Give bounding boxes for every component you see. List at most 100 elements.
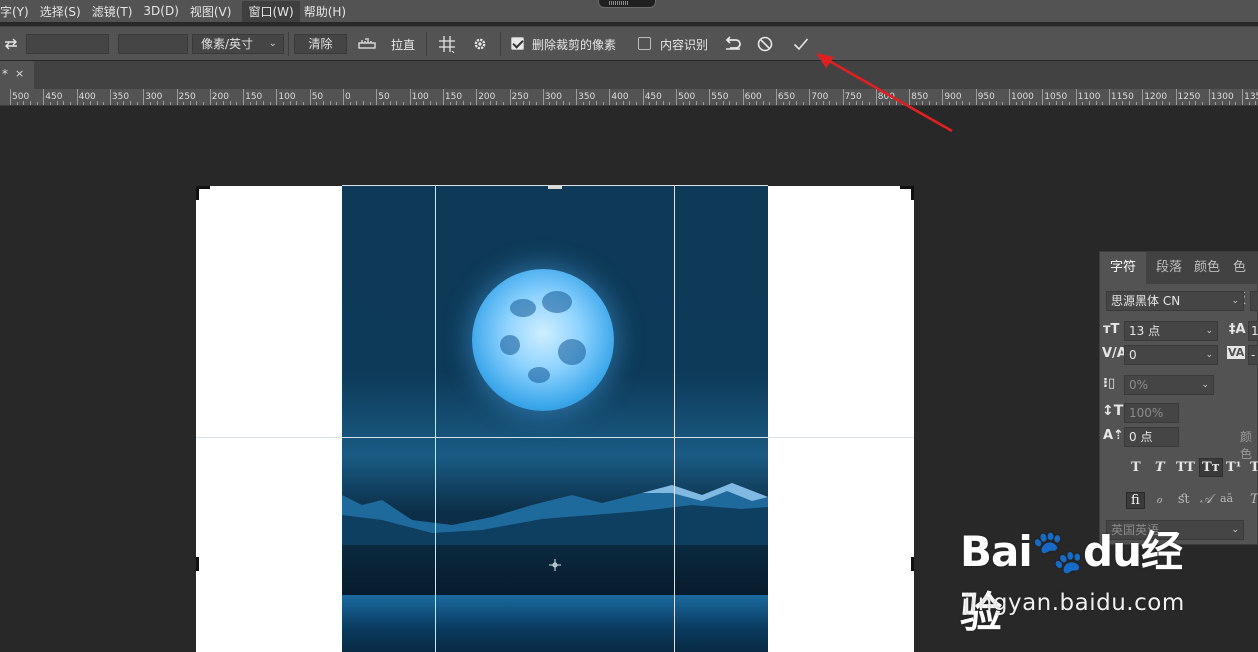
ruler-tick xyxy=(109,89,111,105)
ruler-tick xyxy=(376,89,378,105)
contextual-alternates-button[interactable]: ℴ xyxy=(1156,492,1162,507)
crop-center-crosshair-icon xyxy=(549,559,561,571)
content-aware-checkbox[interactable] xyxy=(638,37,651,50)
content-aware-label[interactable]: 内容识别 xyxy=(660,36,708,53)
ruler-tick xyxy=(143,89,145,105)
tab-paragraph[interactable]: 段落 xyxy=(1152,252,1186,284)
ruler-tick xyxy=(196,101,198,105)
subscript-button[interactable]: T xyxy=(1250,460,1258,475)
ruler-tick xyxy=(189,101,191,105)
tracking-select[interactable]: - xyxy=(1248,345,1258,365)
menu-window[interactable]: 窗口(W) xyxy=(242,0,300,22)
kerning-select[interactable]: 0 ⌄ xyxy=(1124,345,1218,365)
menu-type[interactable]: 字(Y) xyxy=(0,3,36,20)
crop-handle-top-right-v[interactable] xyxy=(911,186,914,200)
tsume-select[interactable]: 0% ⌄ xyxy=(1124,375,1214,395)
small-caps-button[interactable]: Tт xyxy=(1199,458,1223,477)
ruler-tick xyxy=(1162,101,1164,105)
close-icon[interactable]: × xyxy=(15,67,24,80)
grid-overlay-icon[interactable] xyxy=(436,33,458,55)
delete-cropped-pixels-checkbox[interactable] xyxy=(511,37,524,50)
straighten-icon[interactable] xyxy=(356,33,378,55)
ruler-tick xyxy=(249,102,251,105)
crop-handle-right[interactable] xyxy=(911,557,914,571)
delete-cropped-pixels-label[interactable]: 删除裁剪的像素 xyxy=(532,36,616,53)
ruler-tick xyxy=(276,89,278,105)
color-label: 颜色 xyxy=(1240,430,1253,461)
resolution-unit-select[interactable]: 像素/英寸 ⌄ xyxy=(192,34,284,54)
ruler-label: 300 xyxy=(145,92,163,102)
document-tab[interactable]: * × xyxy=(0,61,34,89)
ruler-tick xyxy=(1115,102,1117,105)
ruler-tick xyxy=(362,101,364,105)
ruler-label: 100 xyxy=(411,92,429,102)
horizontal-ruler[interactable]: 500 450 400 350 300 250 200 150 100 50 0 50 100 150 20… xyxy=(0,89,1258,106)
crop-width-input[interactable] xyxy=(26,34,109,54)
reset-icon[interactable] xyxy=(722,33,744,55)
swap-icon[interactable] xyxy=(0,33,22,55)
ruler-tick xyxy=(482,102,484,105)
chevron-down-icon: ⌄ xyxy=(268,38,277,49)
all-caps-button[interactable]: TT xyxy=(1176,460,1195,475)
stylistic-alternates-button[interactable]: aā xyxy=(1220,492,1233,505)
menu-filter[interactable]: 滤镜(T) xyxy=(92,3,140,20)
ruler-tick xyxy=(183,102,185,105)
ruler-tick xyxy=(296,101,298,105)
font-style-select[interactable] xyxy=(1250,291,1258,311)
leading-select[interactable]: 1 xyxy=(1248,321,1258,341)
tab-color[interactable]: 颜色 xyxy=(1190,252,1224,284)
ruler-tick xyxy=(536,102,538,105)
tab-character[interactable]: 字符 xyxy=(1100,252,1146,284)
ruler-tick xyxy=(1042,89,1044,105)
straighten-label[interactable]: 拉直 xyxy=(391,36,415,53)
gear-icon[interactable] xyxy=(469,33,491,55)
menu-3d[interactable]: 3D(D) xyxy=(143,4,185,18)
ruler-tick xyxy=(123,101,125,105)
tab-swatches[interactable]: 色板 xyxy=(1229,252,1258,307)
cancel-icon[interactable] xyxy=(754,33,776,55)
ruler-label: 450 xyxy=(644,92,662,102)
tsume-value: 0% xyxy=(1129,378,1149,392)
font-family-select[interactable]: 思源黑体 CN ⌄ xyxy=(1106,291,1244,311)
faux-italic-button[interactable]: T xyxy=(1155,460,1165,475)
crop-handle-left[interactable] xyxy=(196,557,199,571)
toolbar-divider xyxy=(426,32,427,56)
superscript-button[interactable]: T¹ xyxy=(1226,460,1241,475)
standard-ligatures-button[interactable]: ﬁ xyxy=(1126,492,1145,509)
resolution-unit-value: 像素/英寸 xyxy=(201,37,254,51)
ruler-tick xyxy=(1128,101,1130,105)
swash-button[interactable]: 𝒜 xyxy=(1200,492,1212,507)
clear-button[interactable]: 清除 xyxy=(294,34,347,54)
ruler-tick xyxy=(209,89,211,105)
ruler-tick xyxy=(802,102,804,105)
chevron-down-icon: ⌄ xyxy=(1201,380,1209,390)
menu-help[interactable]: 帮助(H) xyxy=(304,3,353,20)
crop-handle-top[interactable] xyxy=(548,185,562,189)
ruler-tick xyxy=(1068,102,1070,105)
menu-select[interactable]: 选择(S) xyxy=(40,3,88,20)
ruler-tick xyxy=(1035,102,1037,105)
font-size-select[interactable]: 13 点 ⌄ xyxy=(1124,321,1218,341)
faux-bold-button[interactable]: T xyxy=(1131,460,1141,475)
ruler-tick xyxy=(309,89,311,105)
ruler-label: 50 xyxy=(378,92,390,102)
ruler-tick xyxy=(1022,101,1024,105)
ruler-tick xyxy=(1062,101,1064,105)
titling-alternates-button[interactable]: T xyxy=(1250,492,1258,507)
ruler-tick xyxy=(516,102,518,105)
commit-checkmark-icon[interactable] xyxy=(790,33,812,55)
ruler-tick xyxy=(582,102,584,105)
ruler-tick xyxy=(103,102,105,105)
crop-height-input[interactable] xyxy=(118,34,188,54)
vertical-scale-input[interactable]: 100% xyxy=(1124,403,1179,423)
crop-handle-top-left-v[interactable] xyxy=(196,186,199,200)
menu-view[interactable]: 视图(V) xyxy=(190,3,239,20)
ruler-tick xyxy=(269,102,271,105)
document-tab-title: * xyxy=(2,67,8,81)
ruler-tick xyxy=(995,101,997,105)
ruler-tick xyxy=(389,101,391,105)
ruler-tick xyxy=(729,101,731,105)
discretionary-ligatures-button[interactable]: ﬆ xyxy=(1178,492,1190,507)
chevron-down-icon: ⌄ xyxy=(1205,326,1213,336)
baseline-shift-input[interactable]: 0 点 xyxy=(1124,427,1179,447)
